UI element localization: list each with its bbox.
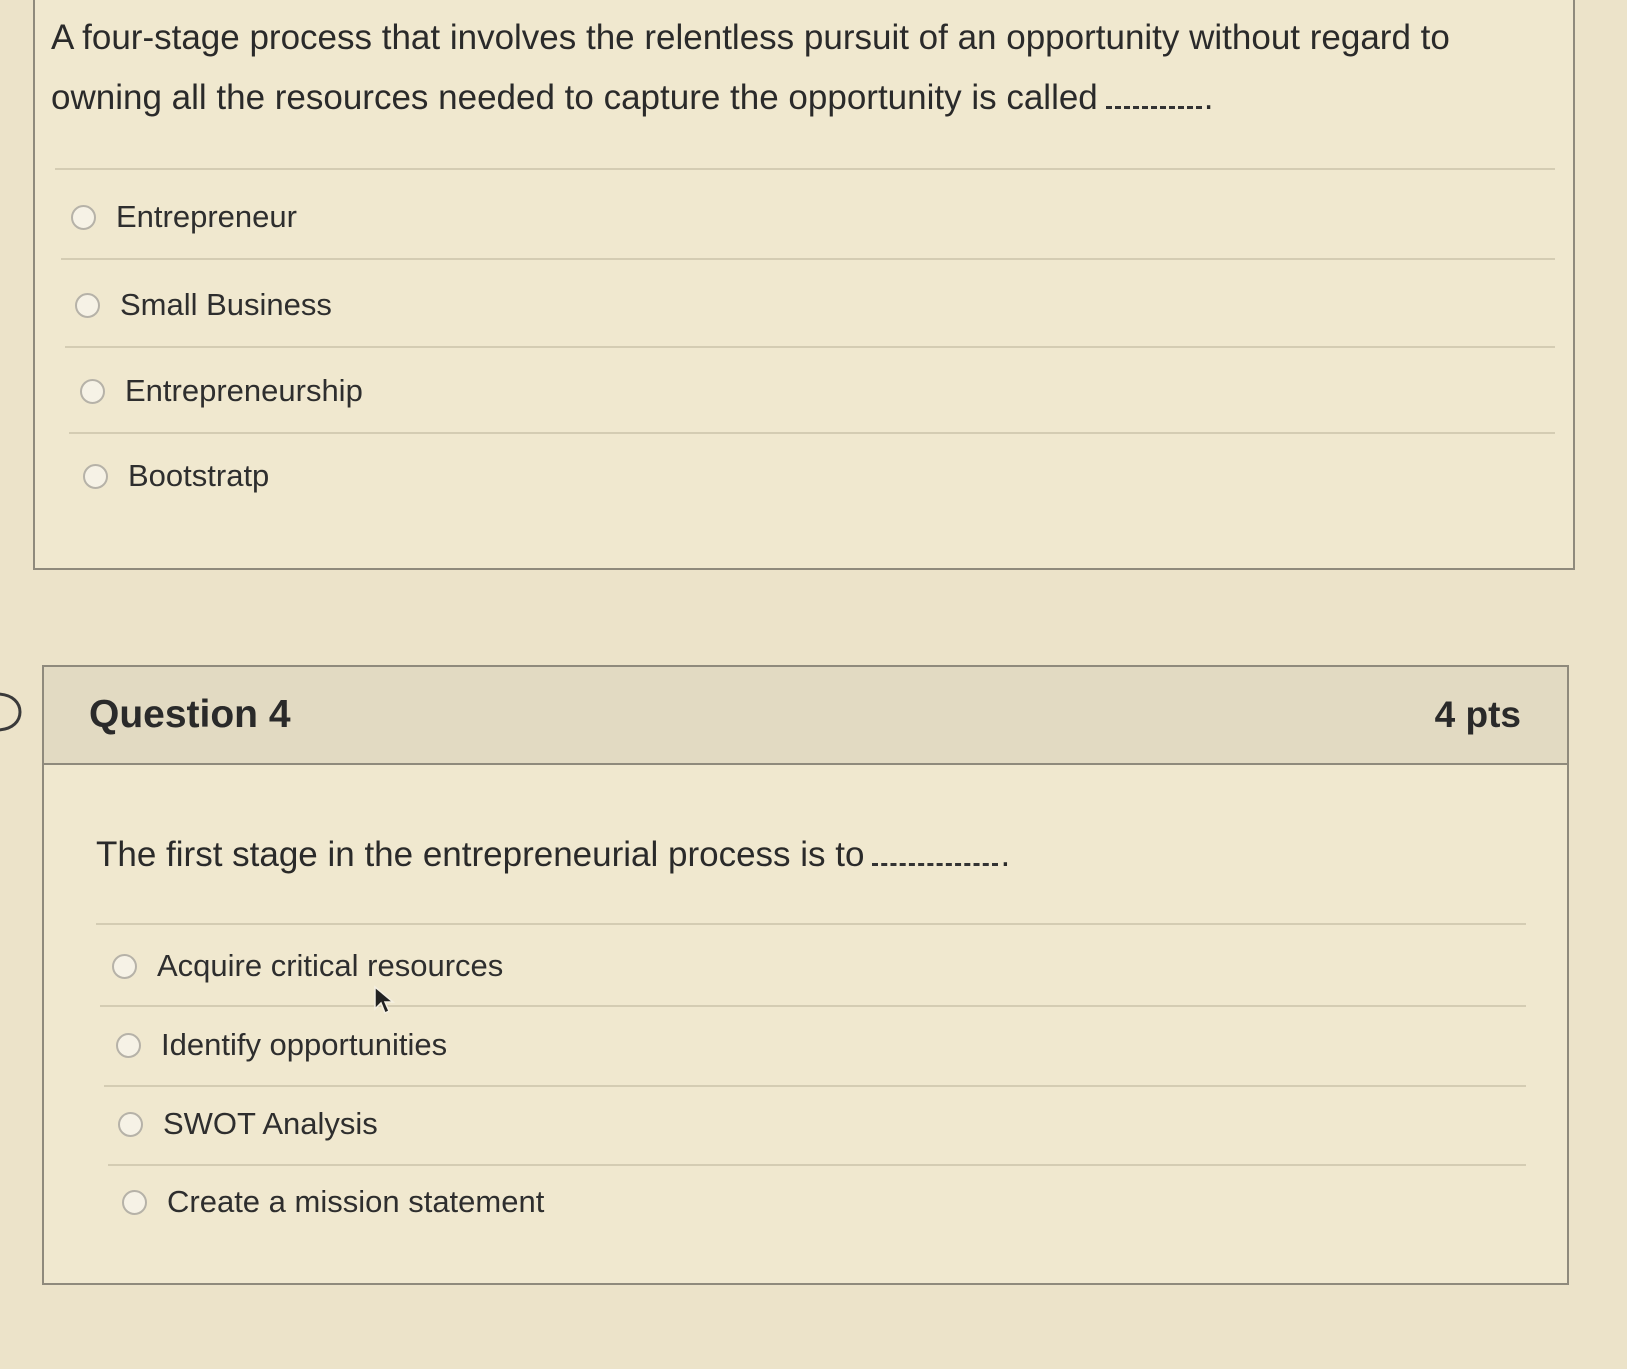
answer-option-create-mission-statement[interactable]: Create a mission statement bbox=[122, 1184, 544, 1220]
question-title: Question 4 bbox=[89, 693, 291, 736]
answer-label: Create a mission statement bbox=[167, 1184, 545, 1219]
radio-button-icon[interactable] bbox=[118, 1111, 143, 1137]
fill-in-blank bbox=[1105, 76, 1202, 109]
answer-option-bootstratp[interactable]: Bootstratp bbox=[83, 458, 269, 494]
answer-label: Identify opportunities bbox=[161, 1027, 448, 1062]
mouse-cursor-icon bbox=[374, 985, 395, 1015]
answer-divider bbox=[104, 1085, 1526, 1087]
question-3-text: A four-stage process that involves the r… bbox=[51, 18, 1450, 117]
question-4-prompt: The first stage in the entrepreneurial p… bbox=[96, 835, 865, 874]
answer-divider bbox=[61, 258, 1555, 260]
radio-button-icon[interactable] bbox=[83, 463, 108, 489]
answer-divider bbox=[65, 346, 1555, 348]
radio-button-icon[interactable] bbox=[71, 204, 96, 230]
question-3-card: A four-stage process that involves the r… bbox=[33, 0, 1575, 570]
answer-option-identify-opportunities[interactable]: Identify opportunities bbox=[116, 1027, 447, 1063]
answer-divider bbox=[69, 432, 1555, 434]
answer-label: SWOT Analysis bbox=[163, 1106, 378, 1141]
question-4-card: Question 4 4 pts The first stage in the … bbox=[42, 665, 1569, 1285]
question-header: Question 4 4 pts bbox=[44, 667, 1567, 765]
radio-button-icon[interactable] bbox=[75, 292, 100, 318]
radio-button-icon[interactable] bbox=[122, 1189, 147, 1215]
answer-divider bbox=[55, 168, 1555, 170]
answer-option-entrepreneurship[interactable]: Entrepreneurship bbox=[80, 373, 363, 409]
answer-option-entrepreneur[interactable]: Entrepreneur bbox=[71, 199, 297, 235]
fill-in-blank bbox=[872, 833, 999, 866]
radio-button-icon[interactable] bbox=[116, 1032, 141, 1058]
chevron-right-icon[interactable] bbox=[0, 690, 26, 734]
radio-button-icon[interactable] bbox=[80, 378, 105, 404]
answer-label: Bootstratp bbox=[128, 458, 270, 493]
answer-divider bbox=[96, 923, 1526, 925]
answer-option-acquire-critical-resources[interactable]: Acquire critical resources bbox=[112, 948, 503, 984]
answer-divider bbox=[100, 1005, 1526, 1007]
answer-label: Small Business bbox=[120, 287, 332, 322]
question-3-prompt: A four-stage process that involves the r… bbox=[51, 18, 1450, 117]
answer-label: Entrepreneurship bbox=[125, 373, 363, 408]
question-4-text: The first stage in the entrepreneurial p… bbox=[96, 833, 1011, 874]
answer-label: Entrepreneur bbox=[116, 199, 297, 234]
question-points: 4 pts bbox=[1434, 694, 1521, 735]
answer-label: Acquire critical resources bbox=[157, 948, 504, 983]
answer-option-swot-analysis[interactable]: SWOT Analysis bbox=[118, 1106, 378, 1142]
answer-option-small-business[interactable]: Small Business bbox=[75, 287, 332, 323]
answer-divider bbox=[108, 1164, 1526, 1166]
radio-button-icon[interactable] bbox=[112, 953, 137, 979]
